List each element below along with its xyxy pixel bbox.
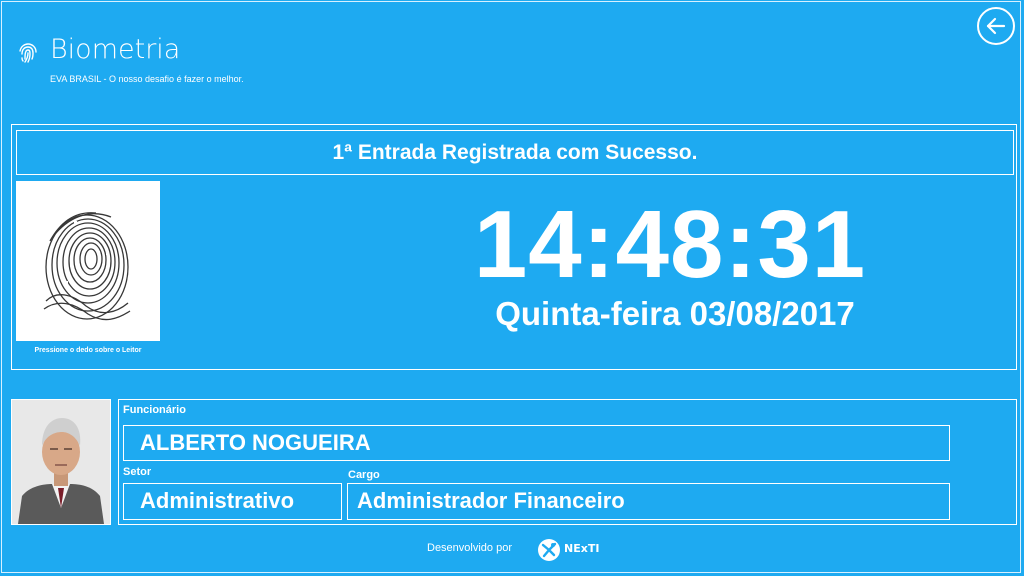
footer-text: Desenvolvido por: [427, 542, 512, 554]
employee-name-field: ALBERTO NOGUEIRA: [123, 425, 950, 461]
sector-label: Setor: [123, 466, 152, 478]
app-title: Biometria: [50, 34, 181, 65]
fingerprint-scan-icon: [43, 212, 131, 321]
employee-avatar: [12, 400, 110, 524]
arrow-left-circle-icon: [986, 17, 1006, 35]
fingerprint-icon: [19, 43, 37, 63]
status-message: 1ª Entrada Registrada com Sucesso.: [16, 130, 1014, 175]
role-label: Cargo: [348, 469, 380, 481]
developer-brand: NExTI: [564, 542, 600, 555]
employee-photo: [11, 399, 111, 525]
clock-time: 14:48:31: [473, 191, 867, 298]
role-field: Administrador Financeiro: [347, 483, 950, 520]
fingerprint-reader-image: [16, 181, 160, 341]
app-subtitle: EVA BRASIL - O nosso desafio é fazer o m…: [50, 74, 244, 84]
fingerprint-caption: Pressione o dedo sobre o Leitor: [34, 347, 142, 354]
footer: Desenvolvido por NExTI: [0, 538, 1024, 562]
sector-field: Administrativo: [123, 483, 342, 520]
employee-name-label: Funcionário: [123, 404, 186, 416]
clock-date: Quinta-feira 03/08/2017: [495, 295, 855, 332]
back-button[interactable]: [977, 7, 1015, 45]
nexti-logo-icon: [538, 539, 560, 561]
